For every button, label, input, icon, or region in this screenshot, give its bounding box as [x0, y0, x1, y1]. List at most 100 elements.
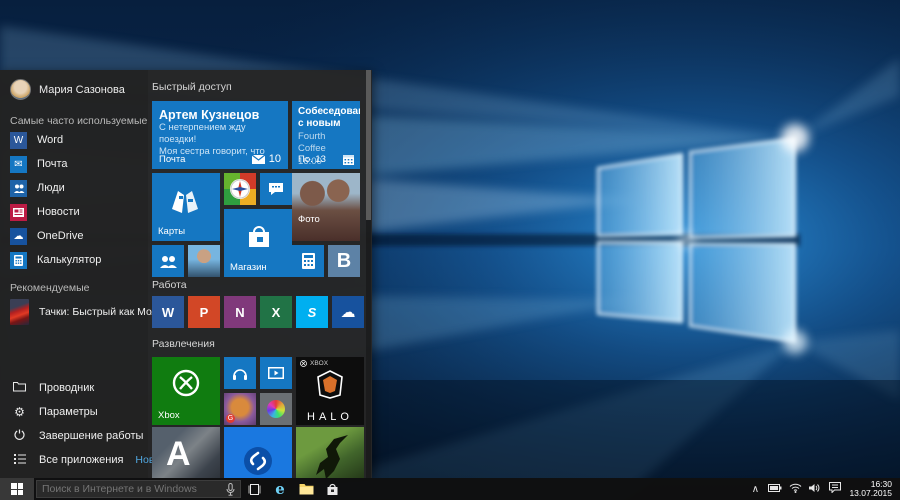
sidebar-item-all-apps[interactable]: Все приложения Новое	[0, 448, 166, 472]
microphone-icon[interactable]	[226, 482, 235, 496]
onedrive-cloud-icon: ☁	[10, 227, 27, 245]
calculator-icon	[301, 253, 315, 269]
app-item-calculator[interactable]: Калькулятор	[0, 248, 148, 272]
taskbar: e ∧ 16:30 13.07.2015	[0, 478, 900, 500]
onenote-letter: N	[235, 304, 245, 320]
edge-icon: e	[275, 480, 285, 498]
store-tile-label: Магазин	[230, 262, 267, 273]
tile-photos[interactable]: Фото	[292, 173, 360, 241]
tile-navigation[interactable]	[224, 173, 256, 205]
store-bag-icon	[249, 226, 269, 247]
scrollbar-thumb[interactable]	[366, 70, 371, 220]
start-menu: Мария Сазонова Самые часто используемые …	[0, 70, 372, 478]
tile-movies-tv[interactable]	[260, 357, 292, 389]
color-wheel-icon	[267, 400, 285, 418]
app-item-onedrive[interactable]: ☁ OneDrive	[0, 224, 148, 248]
explorer-folder-icon	[299, 484, 313, 495]
system-list: Проводник ⚙ Параметры Завершение работы	[0, 376, 166, 472]
maps-icon	[172, 191, 198, 213]
tile-excel[interactable]: X	[260, 296, 292, 328]
video-player-icon	[268, 367, 284, 379]
file-explorer-button[interactable]	[293, 478, 319, 500]
sidebar-item-settings[interactable]: ⚙ Параметры	[0, 400, 148, 424]
search-input[interactable]	[42, 483, 221, 495]
tile-shadow-fight[interactable]	[296, 427, 364, 478]
recommended-item-cars[interactable]: Тачки: Быстрый как Молния	[0, 296, 175, 328]
tile-xbox[interactable]: Xbox	[152, 357, 220, 425]
tile-shazam[interactable]	[224, 427, 292, 478]
tile-onenote[interactable]: N	[224, 296, 256, 328]
sidebar-item-power[interactable]: Завершение работы	[0, 424, 148, 448]
tile-calculator[interactable]	[292, 245, 324, 277]
tile-groove-music[interactable]	[224, 357, 256, 389]
tile-people[interactable]	[152, 245, 184, 277]
most-used-list: W Word ✉ Почта Люди Новости ☁ OneDrive К…	[0, 128, 148, 272]
tile-word[interactable]: W	[152, 296, 184, 328]
tray-expand-chevron-icon[interactable]: ∧	[745, 484, 765, 495]
user-account[interactable]: Мария Сазонова	[10, 79, 125, 100]
recommended-header: Рекомендуемые	[10, 282, 90, 294]
word-icon: W	[10, 131, 27, 149]
edge-browser-button[interactable]: e	[267, 478, 293, 500]
game-badge-icon: G	[226, 414, 235, 423]
tile-store[interactable]: Магазин	[224, 209, 292, 277]
tile-area: Быстрый доступ Артем Кузнецов С нетерпен…	[148, 70, 372, 478]
tile-calendar[interactable]: Собеседование с новым Fourth Coffee 16:0…	[292, 101, 360, 169]
calendar-date-label: По. 13	[298, 154, 326, 165]
tile-amediateka[interactable]: A АМЕДИАТЕКА	[152, 427, 220, 478]
calculator-icon	[10, 251, 27, 269]
onedrive-cloud-icon: ☁	[340, 304, 356, 321]
halo-helmet-icon	[317, 370, 343, 399]
tile-b-app[interactable]: B	[328, 245, 360, 277]
store-button[interactable]	[319, 478, 345, 500]
start-button[interactable]	[0, 478, 34, 500]
halo-tile-label: HALO	[307, 411, 353, 423]
tile-powerpoint[interactable]: P	[188, 296, 220, 328]
app-item-people[interactable]: Люди	[0, 176, 148, 200]
task-view-button[interactable]	[241, 478, 267, 500]
power-icon	[12, 429, 27, 443]
start-menu-scrollbar[interactable]	[366, 70, 371, 478]
tile-game-cat[interactable]: G	[224, 393, 256, 425]
task-view-icon	[248, 483, 260, 495]
tile-color-sphere[interactable]	[260, 393, 292, 425]
user-name: Мария Сазонова	[39, 83, 125, 96]
app-item-word[interactable]: W Word	[0, 128, 148, 152]
clock-date: 13.07.2015	[849, 488, 892, 498]
mail-tile-app-label: Почта	[159, 153, 186, 165]
chat-bubble-icon	[269, 183, 283, 195]
tile-halo[interactable]: XBOX HALO	[296, 357, 364, 425]
app-item-mail[interactable]: ✉ Почта	[0, 152, 148, 176]
most-used-header: Самые часто используемые	[10, 115, 148, 127]
battery-icon[interactable]	[765, 483, 785, 495]
app-item-news[interactable]: Новости	[0, 200, 148, 224]
folder-icon	[12, 381, 27, 395]
tile-maps[interactable]: Карты	[152, 173, 220, 241]
tile-skype[interactable]: S	[296, 296, 328, 328]
sidebar-item-explorer[interactable]: Проводник	[0, 376, 148, 400]
people-icon	[160, 255, 177, 268]
people-icon	[10, 179, 27, 197]
halo-xbox-badge: XBOX	[310, 360, 329, 367]
wifi-icon[interactable]	[785, 483, 805, 496]
photos-tile-label: Фото	[298, 214, 320, 225]
desktop: Мария Сазонова Самые часто используемые …	[0, 0, 900, 500]
tile-contact-photo[interactable]	[188, 245, 220, 277]
tile-mail[interactable]: Артем Кузнецов С нетерпением жду поездки…	[152, 101, 288, 169]
skype-letter: S	[307, 304, 317, 320]
taskbar-clock[interactable]: 16:30 13.07.2015	[845, 479, 900, 499]
xbox-logo-icon	[300, 360, 307, 367]
user-avatar	[10, 79, 31, 100]
system-tray: ∧ 16:30 13.07.2015	[745, 478, 900, 500]
volume-icon[interactable]	[805, 483, 825, 496]
gear-icon: ⚙	[14, 405, 25, 419]
tile-onedrive[interactable]: ☁	[332, 296, 364, 328]
b-app-letter: B	[336, 249, 352, 272]
news-icon	[10, 203, 27, 221]
group-entertainment: Развлечения	[152, 338, 215, 350]
tile-messaging[interactable]	[260, 173, 292, 205]
taskbar-search[interactable]	[36, 480, 241, 498]
excel-letter: X	[271, 304, 281, 320]
start-menu-left-rail: Мария Сазонова Самые часто используемые …	[0, 70, 175, 478]
action-center-icon[interactable]	[825, 482, 845, 496]
